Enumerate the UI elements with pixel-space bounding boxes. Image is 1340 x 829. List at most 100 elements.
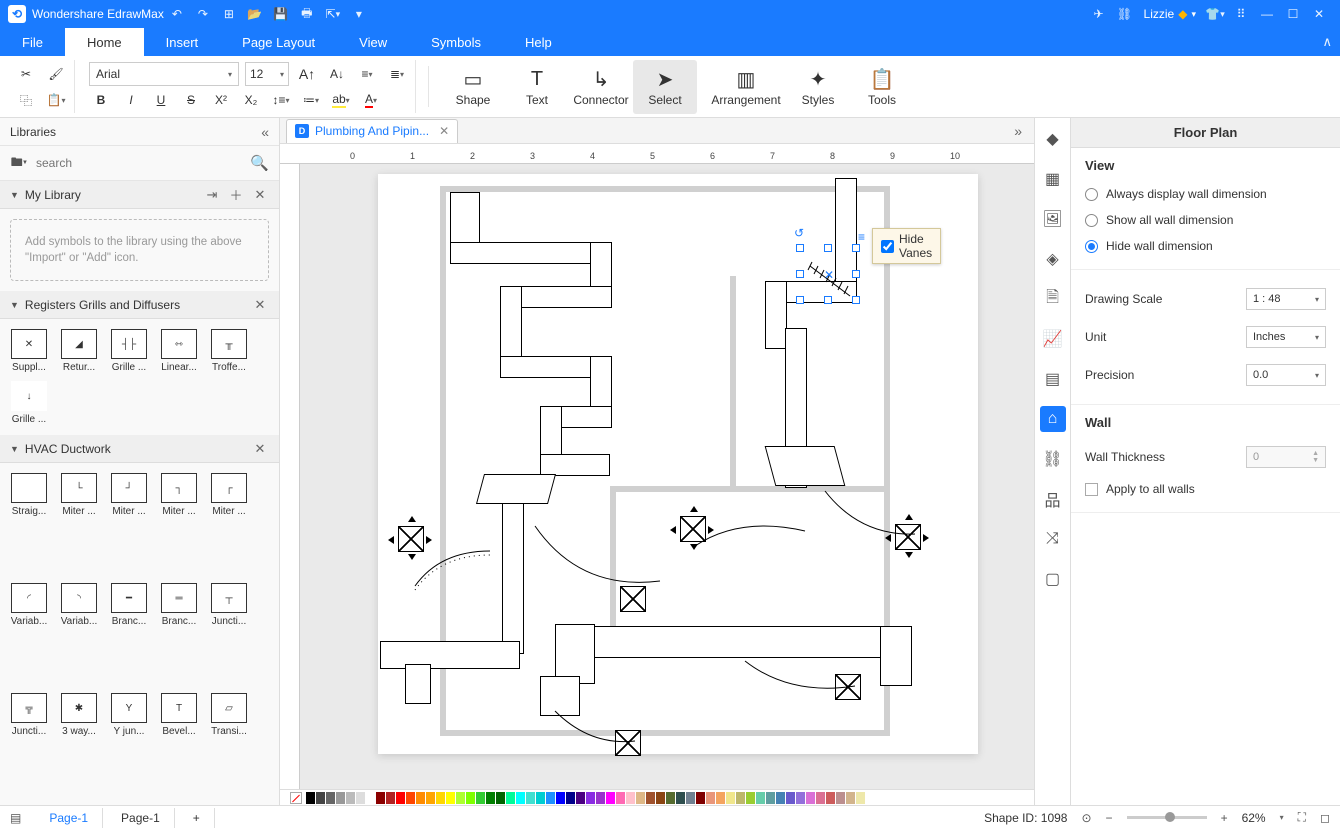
apps-icon[interactable]: ⠿ bbox=[1228, 2, 1254, 26]
flex-duct[interactable] bbox=[690, 516, 810, 566]
flex-duct[interactable] bbox=[820, 486, 920, 546]
color-swatch[interactable] bbox=[446, 792, 455, 804]
flex-duct[interactable] bbox=[530, 521, 670, 601]
chart-icon[interactable]: 📈 bbox=[1040, 326, 1066, 352]
color-swatch[interactable] bbox=[716, 792, 725, 804]
selection-handle[interactable] bbox=[824, 244, 832, 252]
select-tool[interactable]: ➤ Select bbox=[633, 60, 697, 114]
color-swatch[interactable] bbox=[616, 792, 625, 804]
font-name-select[interactable]: Arial ▾ bbox=[89, 62, 239, 86]
underline-button[interactable]: U bbox=[149, 88, 173, 112]
shuffle-icon[interactable]: ⤨ bbox=[1040, 526, 1066, 552]
color-swatch[interactable] bbox=[626, 792, 635, 804]
selection-handle[interactable] bbox=[824, 296, 832, 304]
table-icon[interactable]: ▤ bbox=[1040, 366, 1066, 392]
color-swatch[interactable] bbox=[646, 792, 655, 804]
unit-select[interactable]: Inches▾ bbox=[1246, 326, 1326, 348]
zoom-out-button[interactable]: − bbox=[1106, 811, 1113, 825]
more-button[interactable]: ▾ bbox=[346, 2, 372, 26]
undo-button[interactable]: ↶ bbox=[164, 2, 190, 26]
user-menu[interactable]: Lizzie ◆ ▾ bbox=[1144, 7, 1196, 21]
duct[interactable] bbox=[765, 281, 787, 349]
flex-duct[interactable] bbox=[410, 546, 520, 596]
menu-symbols[interactable]: Symbols bbox=[409, 28, 503, 56]
maximize-button[interactable]: ☐ bbox=[1280, 2, 1306, 26]
color-swatch[interactable] bbox=[496, 792, 505, 804]
selection-handle[interactable] bbox=[796, 296, 804, 304]
color-swatch[interactable] bbox=[586, 792, 595, 804]
color-swatch[interactable] bbox=[746, 792, 755, 804]
registers-section-header[interactable]: ▼ Registers Grills and Diffusers ✕ bbox=[0, 291, 279, 319]
duct-y[interactable] bbox=[765, 446, 846, 486]
minimize-button[interactable]: — bbox=[1254, 2, 1280, 26]
color-swatch[interactable] bbox=[416, 792, 425, 804]
canvas[interactable]: ↺ ✕ ≡ Hide Vanes bbox=[300, 164, 1034, 789]
open-button[interactable]: 📂 bbox=[242, 2, 268, 26]
tools-tool[interactable]: 📋 Tools bbox=[850, 60, 914, 114]
floorplan-icon[interactable]: ⌂ bbox=[1040, 406, 1066, 432]
new-button[interactable]: ⊞ bbox=[216, 2, 242, 26]
color-swatch[interactable] bbox=[816, 792, 825, 804]
strike-button[interactable]: S bbox=[179, 88, 203, 112]
copy-button[interactable]: ⿻ bbox=[14, 88, 38, 112]
superscript-button[interactable]: X² bbox=[209, 88, 233, 112]
search-icon[interactable]: 🔍 bbox=[250, 154, 269, 172]
color-swatch[interactable] bbox=[826, 792, 835, 804]
context-trigger-icon[interactable]: ≡ bbox=[858, 230, 865, 244]
collapse-library-icon[interactable]: « bbox=[261, 124, 269, 140]
color-swatch[interactable] bbox=[476, 792, 485, 804]
shape-item[interactable]: TBevel... bbox=[154, 689, 204, 799]
menu-view[interactable]: View bbox=[337, 28, 409, 56]
library-menu-icon[interactable]: 🖿▾ bbox=[10, 153, 28, 174]
shape-item[interactable]: ✕Suppl... bbox=[4, 325, 54, 377]
export-button[interactable]: ⇱▾ bbox=[320, 2, 346, 26]
fill-icon[interactable]: ◆ bbox=[1040, 126, 1066, 152]
color-swatch[interactable] bbox=[386, 792, 395, 804]
theme-icon[interactable]: 👕▾ bbox=[1202, 2, 1228, 26]
align-button[interactable]: ≡▾ bbox=[355, 62, 379, 86]
wall-thickness-input[interactable]: 0 ▲▼ bbox=[1246, 446, 1326, 468]
document-tab[interactable]: D Plumbing And Pipin... ✕ bbox=[286, 119, 458, 143]
color-swatch[interactable] bbox=[516, 792, 525, 804]
precision-select[interactable]: 0.0▾ bbox=[1246, 364, 1326, 386]
color-swatch[interactable] bbox=[336, 792, 345, 804]
mylib-section-header[interactable]: ▼ My Library ⇥ ＋ ✕ bbox=[0, 181, 279, 209]
shape-item[interactable]: └Miter ... bbox=[54, 469, 104, 579]
drawing-scale-select[interactable]: 1 : 48▾ bbox=[1246, 288, 1326, 310]
color-swatch[interactable] bbox=[486, 792, 495, 804]
italic-button[interactable]: I bbox=[119, 88, 143, 112]
cut-button[interactable]: ✂ bbox=[14, 62, 38, 86]
fit-page-icon[interactable]: ⛶ bbox=[1298, 810, 1306, 825]
shape-item[interactable]: ╥Troffe... bbox=[204, 325, 254, 377]
shape-item[interactable]: Straig... bbox=[4, 469, 54, 579]
color-swatch[interactable] bbox=[786, 792, 795, 804]
color-swatch[interactable] bbox=[566, 792, 575, 804]
format-painter-button[interactable]: 🖌 bbox=[44, 62, 68, 86]
close-icon[interactable]: ✕ bbox=[251, 187, 269, 203]
hide-vanes-checkbox[interactable] bbox=[881, 240, 894, 253]
menu-help[interactable]: Help bbox=[503, 28, 574, 56]
color-swatch[interactable] bbox=[506, 792, 515, 804]
flex-duct[interactable] bbox=[550, 706, 640, 756]
color-swatch[interactable] bbox=[846, 792, 855, 804]
fullscreen-icon[interactable]: ◻ bbox=[1320, 811, 1330, 825]
duct[interactable] bbox=[405, 664, 431, 704]
connector-tool[interactable]: ↳ Connector bbox=[569, 60, 633, 114]
color-swatch[interactable] bbox=[596, 792, 605, 804]
link-icon[interactable]: ⛓ bbox=[1112, 2, 1138, 26]
apply-all-walls-row[interactable]: Apply to all walls bbox=[1085, 476, 1326, 502]
shape-tool[interactable]: ▭ Shape bbox=[441, 60, 505, 114]
menu-insert[interactable]: Insert bbox=[144, 28, 221, 56]
collapse-ribbon-icon[interactable]: ∧ bbox=[1322, 34, 1332, 50]
valign-button[interactable]: ≣▾ bbox=[385, 62, 409, 86]
org-icon[interactable]: 品 bbox=[1040, 486, 1066, 512]
text-tool[interactable]: T Text bbox=[505, 60, 569, 114]
shape-item[interactable]: ▱Transi... bbox=[204, 689, 254, 799]
chevron-down-icon[interactable]: ▾ bbox=[1280, 813, 1284, 822]
shape-item[interactable]: ⇿Linear... bbox=[154, 325, 204, 377]
color-swatch[interactable] bbox=[796, 792, 805, 804]
zoom-in-button[interactable]: + bbox=[1221, 811, 1228, 825]
shape-item[interactable]: ┌Miter ... bbox=[204, 469, 254, 579]
close-icon[interactable]: ✕ bbox=[251, 441, 269, 457]
flex-duct[interactable] bbox=[740, 656, 860, 706]
